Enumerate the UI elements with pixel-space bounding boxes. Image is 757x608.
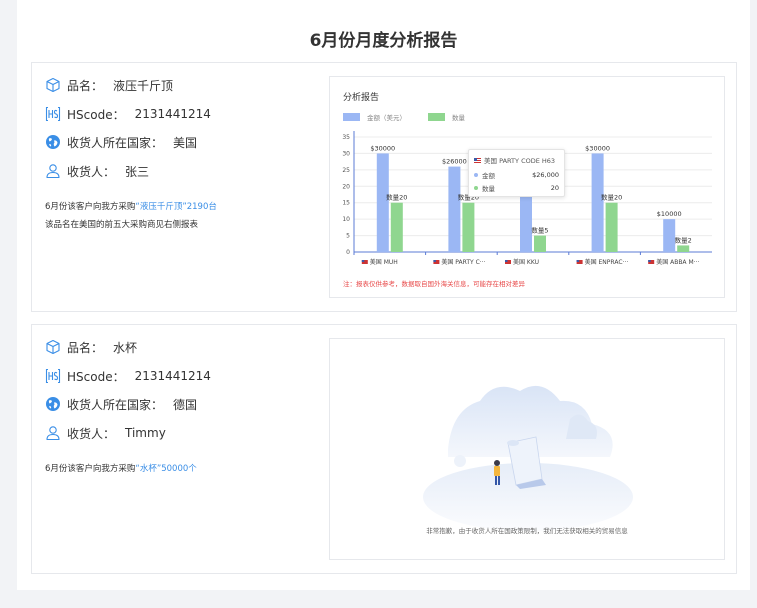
flag-canton — [433, 260, 436, 262]
consignee-value: 张三 — [125, 164, 150, 179]
data-label-quantity: 数量5 — [531, 226, 548, 235]
consignee-row: 收货人： Timmy — [45, 424, 166, 442]
country-label: 收货人所在国家： — [67, 397, 164, 412]
y-tick-label: 0 — [346, 249, 350, 256]
record-card: 品名： 液压千斤顶 HScode： 2131441214 收货人所在国家： 美国 — [31, 62, 737, 312]
tooltip-row-amount: 金额 $26,000 — [474, 170, 559, 180]
user-icon — [46, 164, 60, 179]
data-label-amount: $10000 — [657, 210, 682, 218]
x-tick-label: 美国 PARTY C··· — [441, 258, 485, 266]
hscode-label: HScode： — [67, 107, 125, 122]
us-flag-icon — [474, 157, 481, 163]
y-tick-label: 10 — [342, 216, 350, 223]
globe-icon — [46, 135, 60, 149]
data-label-amount: $30000 — [585, 144, 610, 152]
consignee-label: 收货人： — [67, 426, 116, 441]
tooltip-dot-amount — [474, 173, 478, 177]
tooltip-value-amount: $26,000 — [532, 171, 559, 179]
country-row: 收货人所在国家： 美国 — [45, 133, 197, 151]
record-card: 品名： 水杯 HScode： 2131441214 收货人所在国家： 德国 收货… — [31, 324, 737, 574]
empty-state-message: 非常抱歉，由于收货人所在国政策限制，我们无法获取相关的贸易信息 — [426, 527, 628, 535]
summary-line2: 该品名在美国的前五大采购商见右侧报表 — [45, 220, 199, 230]
product-label: 品名： — [67, 78, 104, 93]
y-tick-label: 5 — [346, 233, 350, 240]
product-value: 水杯 — [113, 340, 138, 355]
hs-code-icon — [45, 368, 61, 384]
hscode-value: 2131441214 — [134, 369, 211, 383]
purchase-summary: 6月份该客户向我方采购“水杯”50000个 — [45, 462, 197, 474]
bar-quantity[interactable] — [462, 202, 475, 252]
globe-icon — [46, 397, 60, 411]
box-icon — [46, 77, 60, 93]
bar-amount[interactable] — [591, 153, 604, 252]
bar-quantity[interactable] — [534, 235, 546, 252]
country-value: 德国 — [173, 397, 198, 412]
y-tick-label: 15 — [342, 200, 350, 207]
hscode-row: HScode： 2131441214 — [45, 367, 211, 385]
product-value: 液压千斤顶 — [113, 78, 174, 93]
bar-quantity[interactable] — [605, 202, 618, 252]
purchase-summary: 6月份该客户向我方采购“液压千斤顶”2190台 — [45, 200, 217, 212]
data-label-quantity: 数量20 — [386, 193, 407, 202]
box-icon — [46, 339, 60, 355]
bar-amount[interactable] — [376, 153, 389, 252]
bar-amount[interactable] — [520, 196, 532, 252]
hscode-value: 2131441214 — [134, 107, 211, 121]
y-tick-label: 35 — [342, 134, 350, 141]
summary-item: “水杯”50000个 — [135, 464, 197, 474]
x-tick-label: 美国 KKU — [513, 258, 539, 266]
product-label: 品名： — [67, 340, 104, 355]
x-tick-label: 美国 ABBA M··· — [656, 258, 699, 266]
country-row: 收货人所在国家： 德国 — [45, 395, 197, 413]
consignee-label: 收货人： — [67, 164, 116, 179]
tooltip-name-quantity: 数量 — [482, 185, 495, 193]
y-tick-label: 20 — [342, 183, 350, 190]
summary-prefix: 6月份该客户向我方采购 — [45, 202, 136, 212]
data-label-quantity: 数量20 — [601, 193, 622, 202]
x-tick-label: 美国 ENPRAC··· — [585, 258, 629, 266]
flag-canton — [576, 260, 580, 262]
hscode-row: HScode： 2131441214 — [45, 105, 211, 123]
flag-canton — [648, 260, 651, 262]
y-tick-label: 25 — [342, 167, 350, 174]
y-tick-label: 30 — [342, 150, 350, 157]
bar-amount[interactable] — [448, 166, 461, 252]
tooltip-value-quantity: 20 — [550, 184, 559, 192]
chart-tooltip: 美国 PARTY CODE H63 金额 $26,000 数量 20 — [468, 149, 565, 197]
bar-quantity[interactable] — [390, 202, 403, 252]
tooltip-title: 美国 PARTY CODE H63 — [484, 157, 556, 165]
page-title: 6月份月度分析报告 — [309, 31, 458, 51]
chart-panel: 分析报告 金额（美元） 数量 0 5 10 15 20 25 30 35 $30000 数量20 美… — [329, 76, 725, 298]
consignee-value: Timmy — [125, 426, 166, 440]
tooltip-name-amount: 金额 — [482, 172, 495, 180]
user-icon — [46, 426, 60, 441]
data-label-amount: $26000 — [442, 158, 467, 166]
tooltip-dot-quantity — [474, 186, 478, 190]
data-label-amount: $30000 — [370, 144, 395, 152]
data-label-quantity: 数量2 — [675, 235, 692, 244]
bar-quantity[interactable] — [677, 245, 690, 252]
tooltip-header: 美国 PARTY CODE H63 — [474, 155, 555, 165]
summary-prefix: 6月份该客户向我方采购 — [45, 464, 136, 474]
product-row: 品名： 液压千斤顶 — [45, 76, 173, 94]
flag-canton — [505, 260, 508, 262]
product-row: 品名： 水杯 — [45, 338, 137, 356]
flag-canton — [361, 260, 365, 262]
empty-state-panel: 非常抱歉，由于收货人所在国政策限制，我们无法获取相关的贸易信息 — [329, 338, 725, 560]
country-value: 美国 — [173, 135, 198, 150]
chart-disclaimer: 注：报表仅供参考，数据取自国外海关信息，可能存在相对差异 — [343, 280, 525, 288]
report-sheet: 6月份月度分析报告 品名： 液压千斤顶 HScode： 2131441214 收… — [17, 0, 750, 590]
consignee-row: 收货人： 张三 — [45, 162, 149, 180]
bar-amount[interactable] — [663, 219, 676, 252]
tooltip-row-quantity: 数量 20 — [474, 183, 559, 193]
country-label: 收货人所在国家： — [67, 135, 164, 150]
hscode-label: HScode： — [67, 369, 125, 384]
summary-item: “液压千斤顶”2190台 — [135, 202, 217, 212]
x-tick-label: 美国 MUH — [370, 258, 398, 266]
hs-code-icon — [45, 106, 61, 122]
